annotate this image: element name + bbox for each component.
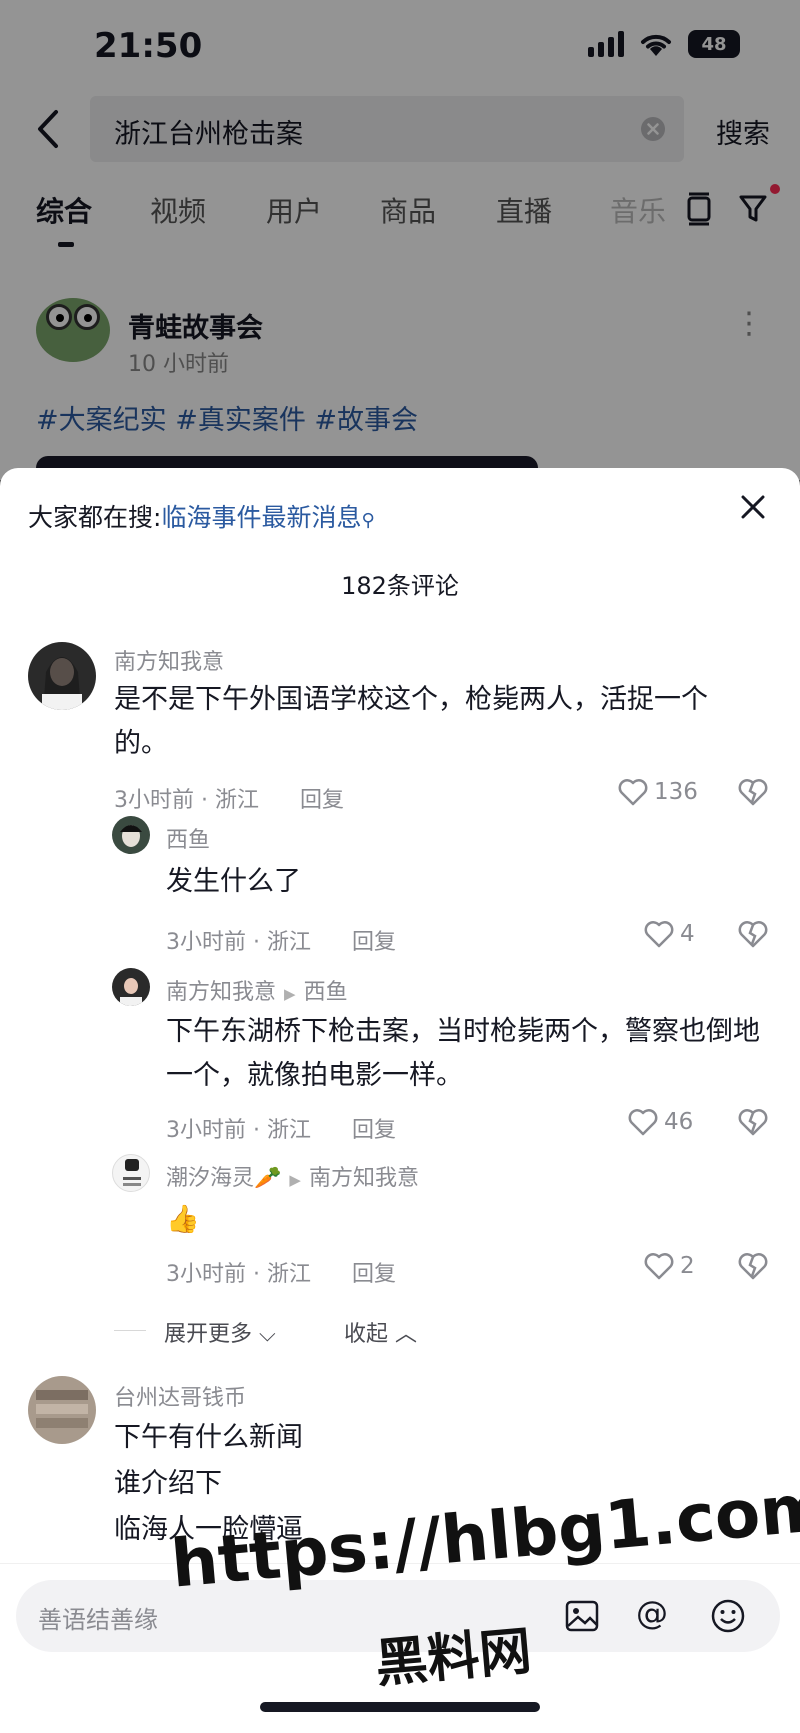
collapse-button[interactable]: 收起 ︿	[344, 1316, 417, 1348]
comment-emoji: 👍	[166, 1204, 200, 1235]
comment-text-line: 下午东湖桥下枪击案，当时枪毙两个，警察也倒地	[166, 1016, 760, 1047]
comment-author[interactable]: 西鱼	[166, 822, 210, 854]
watermark-name: 黑料网	[373, 1621, 534, 1695]
comment-author[interactable]: 南方知我意	[166, 980, 276, 1005]
heart-icon	[618, 779, 648, 806]
reply-arrow-icon: ▶	[289, 1171, 301, 1189]
dislike-icon[interactable]	[738, 920, 768, 952]
comment-count: 182条评论	[341, 572, 459, 600]
reply-button[interactable]: 回复	[352, 924, 396, 956]
mention-icon[interactable]: @	[636, 1594, 668, 1632]
like-button[interactable]: 46	[628, 1108, 693, 1136]
comment-author-line: 南方知我意 ▶ 西鱼	[166, 974, 348, 1006]
comment-author[interactable]: 台州达哥钱币	[114, 1380, 246, 1412]
comment-meta: 3小时前 · 浙江	[166, 1118, 311, 1143]
comment-meta: 3小时前 · 浙江	[114, 788, 259, 813]
image-icon[interactable]	[564, 1598, 600, 1638]
comment-input-placeholder: 善语结善缘	[38, 1606, 158, 1634]
reply-button[interactable]: 回复	[352, 1112, 396, 1144]
comment-author[interactable]: 潮汐海灵🥕	[166, 1166, 281, 1191]
avatar[interactable]	[112, 968, 150, 1006]
like-button[interactable]: 136	[618, 778, 698, 806]
expand-more-button[interactable]: 展开更多 ⌵	[164, 1316, 276, 1348]
like-count: 4	[680, 921, 695, 947]
search-icon: ⚲	[361, 510, 375, 531]
avatar[interactable]	[28, 1376, 96, 1444]
home-indicator	[260, 1702, 540, 1712]
dislike-icon[interactable]	[738, 1252, 768, 1284]
reply-button[interactable]: 回复	[352, 1256, 396, 1288]
reply-button[interactable]: 回复	[300, 782, 344, 814]
like-button[interactable]: 2	[644, 1252, 695, 1280]
heart-icon	[644, 1253, 674, 1280]
comment-author[interactable]: 南方知我意	[114, 644, 224, 676]
comment-text-line: 一个，就像拍电影一样。	[166, 1060, 463, 1091]
like-button[interactable]: 4	[644, 920, 695, 948]
reply-to-user[interactable]: 西鱼	[304, 980, 348, 1005]
dislike-icon[interactable]	[738, 1108, 768, 1140]
emoji-icon[interactable]	[710, 1598, 746, 1638]
like-count: 2	[680, 1253, 695, 1279]
reply-to-user[interactable]: 南方知我意	[309, 1166, 419, 1191]
like-count: 46	[664, 1109, 694, 1135]
heart-icon	[644, 921, 674, 948]
comment-text-line: 谁介绍下	[114, 1468, 222, 1499]
close-icon[interactable]	[738, 492, 768, 526]
avatar[interactable]	[112, 816, 150, 854]
comment-text: 发生什么了	[166, 866, 301, 897]
reply-arrow-icon: ▶	[284, 985, 296, 1003]
thread-divider	[114, 1330, 146, 1331]
like-count: 136	[654, 779, 698, 805]
dislike-icon[interactable]	[738, 778, 768, 810]
comment-text-line: 是不是下午外国语学校这个，枪毙两人，活捉一个	[114, 684, 708, 715]
avatar[interactable]	[112, 1154, 150, 1192]
comment-meta: 3小时前 · 浙江	[166, 1262, 311, 1287]
comment-text-line: 下午有什么新闻	[114, 1422, 303, 1453]
hot-search-label: 大家都在搜:	[28, 503, 162, 532]
comment-text-line: 的。	[114, 728, 168, 759]
comment-meta: 3小时前 · 浙江	[166, 930, 311, 955]
hot-search-link[interactable]: 临海事件最新消息	[161, 503, 361, 532]
hot-search-bar[interactable]: 大家都在搜:临海事件最新消息⚲	[28, 498, 375, 534]
avatar[interactable]	[28, 642, 96, 710]
comment-author-line: 潮汐海灵🥕 ▶ 南方知我意	[166, 1160, 419, 1192]
heart-icon	[628, 1109, 658, 1136]
